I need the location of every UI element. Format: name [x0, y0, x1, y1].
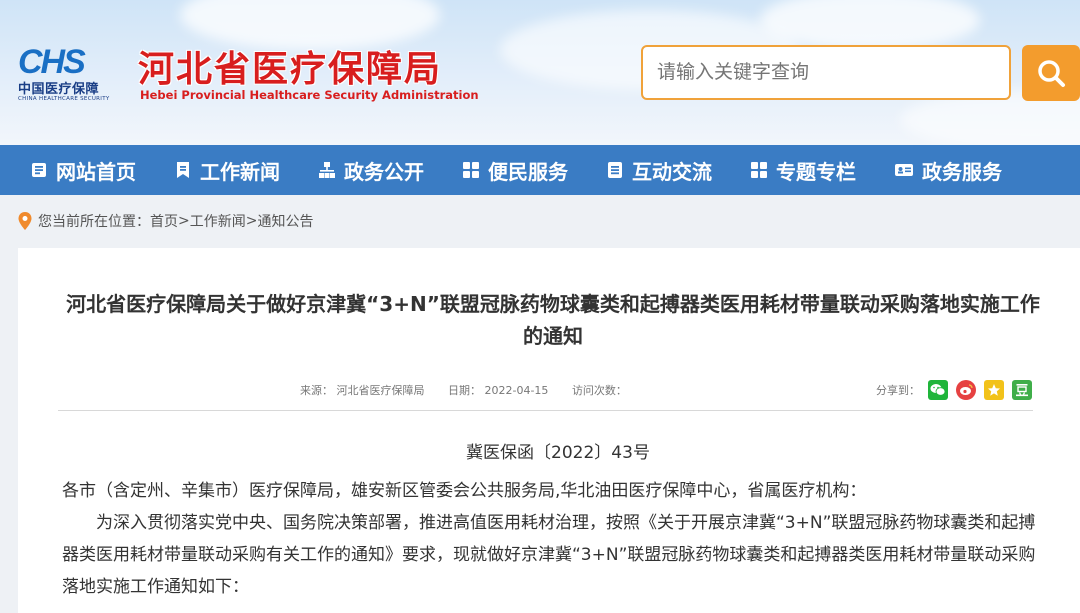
article-meta: 来源： 河北省医疗保障局 日期： 2022-04-15 访问次数：: [300, 382, 647, 398]
breadcrumb-separator: >: [178, 213, 190, 229]
grid-icon: [463, 162, 479, 178]
article-body: 各市（含定州、辛集市）医疗保障局，雄安新区管委会公共服务局,华北油田医疗保障中心…: [62, 475, 1037, 603]
nav-item-special-topics[interactable]: 专题专栏: [750, 145, 856, 195]
douban-icon[interactable]: [1012, 380, 1032, 400]
article-date: 日期： 2022-04-15: [448, 384, 549, 397]
share-bar: 分享到：: [876, 380, 1040, 400]
grid-icon: [751, 162, 767, 178]
main-nav: 网站首页 工作新闻 政务公开 便民服务 互动交流 专题专栏 政务服务: [0, 145, 1080, 195]
logo-english-text: CHINA HEALTHCARE SECURITY: [18, 96, 110, 102]
bookmark-icon: [177, 162, 189, 178]
location-pin-icon: [18, 212, 32, 230]
site-header: CHS 中国医疗保障 CHINA HEALTHCARE SECURITY 河北省…: [0, 0, 1080, 145]
meta-divider: [58, 410, 1033, 411]
nav-label: 政务公开: [344, 159, 424, 184]
org-chart-icon: [319, 162, 335, 178]
nav-label: 专题专栏: [776, 159, 856, 184]
document-number: 冀医保函〔2022〕43号: [466, 443, 650, 463]
article-title: 河北省医疗保障局关于做好京津冀“3+N”联盟冠脉药物球囊类和起搏器类医用耗材带量…: [66, 292, 1040, 348]
nav-item-gov-services[interactable]: 政务服务: [894, 145, 1002, 195]
nav-label: 工作新闻: [200, 159, 280, 184]
chs-logo-mark: CHS: [18, 44, 88, 76]
search-input[interactable]: [641, 45, 1011, 100]
nav-label: 便民服务: [488, 159, 568, 184]
share-label: 分享到：: [876, 384, 920, 397]
document-icon: [32, 163, 46, 177]
nav-label: 互动交流: [632, 159, 712, 184]
article-paragraph: 各市（含定州、辛集市）医疗保障局，雄安新区管委会公共服务局,华北油田医疗保障中心…: [62, 481, 867, 501]
nav-label: 网站首页: [56, 159, 136, 184]
svg-text:CHS: CHS: [18, 44, 86, 76]
article-card: 河北省医疗保障局关于做好京津冀“3+N”联盟冠脉药物球囊类和起搏器类医用耗材带量…: [18, 248, 1080, 613]
nav-item-public-services[interactable]: 便民服务: [462, 145, 568, 195]
nav-item-gov-affairs[interactable]: 政务公开: [318, 145, 424, 195]
breadcrumb: 您当前所在位置： 首页 > 工作新闻 > 通知公告: [18, 210, 313, 232]
chs-logo[interactable]: CHS 中国医疗保障 CHINA HEALTHCARE SECURITY: [18, 44, 118, 104]
weibo-icon[interactable]: [956, 380, 976, 400]
search-icon: [1038, 60, 1065, 87]
nav-item-home[interactable]: 网站首页: [30, 145, 136, 195]
nav-item-interaction[interactable]: 互动交流: [606, 145, 712, 195]
article-paragraph: 为深入贯彻落实党中央、国务院决策部署，推进高值医用耗材治理，按照《关于开展京津冀…: [62, 513, 1036, 597]
article-source: 来源： 河北省医疗保障局: [300, 384, 425, 397]
article-visits: 访问次数：: [571, 384, 627, 397]
nav-item-work-news[interactable]: 工作新闻: [174, 145, 280, 195]
list-icon: [608, 162, 622, 178]
search-button[interactable]: [1022, 45, 1080, 101]
site-title[interactable]: 河北省医疗保障局: [138, 40, 442, 92]
breadcrumb-work-news[interactable]: 工作新闻: [190, 211, 246, 231]
qzone-icon[interactable]: [984, 380, 1004, 400]
breadcrumb-notices[interactable]: 通知公告: [257, 211, 313, 231]
site-subtitle: Hebei Provincial Healthcare Security Adm…: [140, 88, 479, 102]
breadcrumb-home[interactable]: 首页: [150, 211, 178, 231]
breadcrumb-separator: >: [245, 213, 258, 229]
id-card-icon: [895, 164, 913, 176]
wechat-icon[interactable]: [928, 380, 948, 400]
logo-chinese-text: 中国医疗保障: [18, 82, 100, 97]
breadcrumb-prefix: 您当前所在位置：: [38, 214, 150, 230]
nav-label: 政务服务: [922, 159, 1002, 184]
